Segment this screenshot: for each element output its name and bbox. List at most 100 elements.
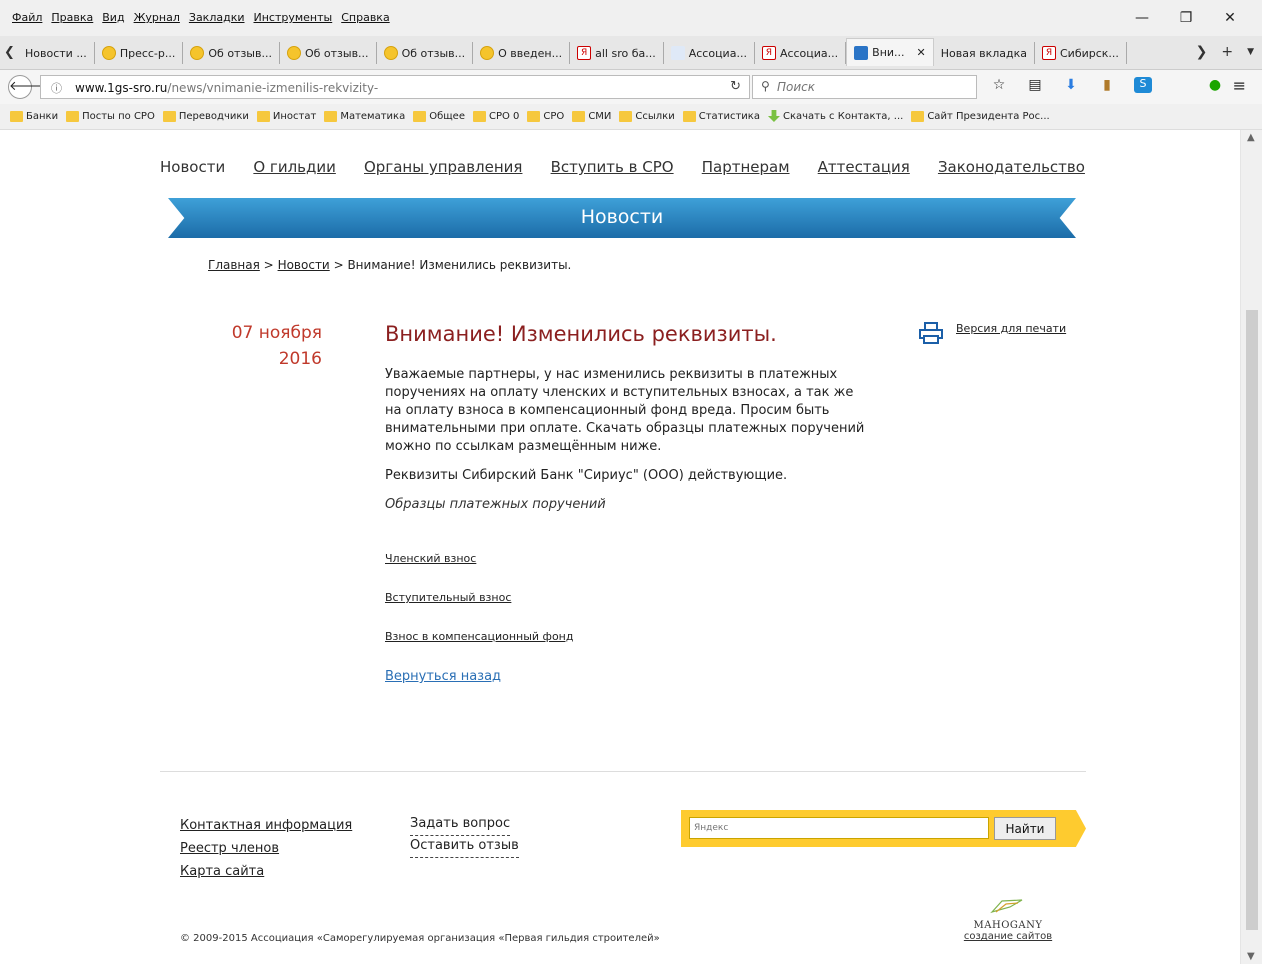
bookmark-item[interactable]: Общее [413, 110, 465, 122]
search-box[interactable]: ⚲ [752, 75, 977, 99]
footer-link-ask-question[interactable]: Задать вопрос [410, 814, 511, 836]
bookmark-item[interactable]: Ссылки [619, 110, 675, 122]
folder-icon [911, 110, 925, 122]
browser-tab[interactable]: Новая вкладка [934, 42, 1035, 64]
tab-list-chevron-down-icon[interactable]: ▼ [1247, 44, 1254, 60]
bookmark-item[interactable]: Скачать с Контакта, ... [767, 110, 903, 122]
menu-item[interactable]: Инструменты [254, 11, 333, 24]
link-entry-fee[interactable]: Вступительный взнос [385, 591, 865, 630]
bookmark-item[interactable]: СРО 0 [472, 110, 519, 122]
link-compensation-fund[interactable]: Взнос в компенсационный фонд [385, 630, 865, 669]
chevron-left-icon[interactable]: ❮ [4, 45, 15, 60]
menu-item[interactable]: Журнал [134, 11, 180, 24]
breadcrumb-section[interactable]: Новости [278, 258, 330, 272]
browser-tab[interactable]: Я Ассоциа... [755, 42, 847, 64]
url-path: /news/vnimanie-izmenilis-rekvizity- [167, 81, 379, 95]
yandex-search-button[interactable]: Найти [994, 817, 1056, 840]
bookmark-item[interactable]: СМИ [572, 110, 611, 122]
status-green-icon[interactable]: ● [1206, 77, 1224, 93]
browser-tab[interactable]: Новости ... [18, 42, 95, 64]
bookmark-label: Ссылки [635, 110, 675, 122]
yandex-search-input[interactable] [689, 817, 989, 839]
breadcrumb-separator: > [263, 258, 274, 272]
menu-item[interactable]: Справка [341, 11, 389, 24]
minimize-button[interactable]: — [1120, 8, 1164, 28]
article-title: Внимание! Изменились реквизиты. [385, 322, 777, 346]
skype-icon[interactable]: S [1134, 77, 1152, 93]
ya-favicon-icon: Я [577, 46, 592, 60]
hamburger-menu-icon[interactable]: ≡ [1233, 76, 1246, 95]
link-membership-fee[interactable]: Членский взнос [385, 552, 865, 591]
restore-button[interactable]: ❐ [1164, 8, 1208, 28]
addon-icon[interactable] [1170, 77, 1188, 93]
breadcrumb: Главная > Новости > Внимание! Изменились… [208, 258, 571, 272]
logo-link[interactable]: создание сайтов [958, 931, 1058, 942]
back-link[interactable]: Вернуться назад [385, 669, 865, 684]
nav-item[interactable]: Партнерам [702, 158, 790, 176]
bookmarks-bar: Банки Посты по СРО Переводчики Иностат Матем… [0, 104, 1262, 130]
print-version-link[interactable]: Версия для печати [956, 322, 1066, 335]
browser-tab[interactable]: Об отзыв... [280, 42, 377, 64]
chevron-right-icon[interactable]: ❯ [1196, 44, 1208, 60]
news-date: 07 ноября 2016 [200, 320, 322, 372]
footer-link-registry[interactable]: Реестр членов [180, 837, 352, 860]
bookmark-item[interactable]: Иностат [256, 110, 316, 122]
window-controls: — ❐ ✕ [1120, 8, 1252, 28]
info-icon[interactable]: ⓘ [51, 80, 62, 96]
footer-link-contacts[interactable]: Контактная информация [180, 814, 352, 837]
nav-item[interactable]: Законодательство [938, 158, 1085, 176]
browser-tab[interactable]: Ассоциа... [664, 42, 755, 64]
reading-list-icon[interactable]: ▤ [1026, 77, 1044, 93]
ya-favicon-icon: Я [761, 46, 776, 60]
nav-item[interactable]: Аттестация [818, 158, 910, 176]
url-bar[interactable]: ⓘ www.1gs-sro.ru/news/vnimanie-izmenilis… [40, 75, 750, 99]
browser-tab[interactable]: Об отзыв... [183, 42, 280, 64]
bookmark-item[interactable]: Переводчики [162, 110, 249, 122]
browser-tab[interactable]: Об отзыв... [377, 42, 474, 64]
browser-tab[interactable]: Я Сибирск... [1035, 42, 1127, 64]
bookmark-item[interactable]: Посты по СРО [66, 110, 155, 122]
bookmark-item[interactable]: Банки [10, 110, 58, 122]
close-window-button[interactable]: ✕ [1208, 8, 1252, 28]
browser-tab[interactable]: Вни... ✕ [846, 38, 934, 66]
menu-item[interactable]: Файл [12, 11, 42, 24]
bookmark-item[interactable]: Статистика [682, 110, 760, 122]
menu-item[interactable]: Вид [102, 11, 124, 24]
page-content: Новости О гильдии Органы управления Вступит… [0, 130, 1240, 964]
vertical-scrollbar[interactable]: ▲ ▼ [1240, 130, 1262, 964]
copyright: © 2009-2015 Ассоциация «Саморегулируемая… [180, 933, 660, 944]
scroll-down-icon[interactable]: ▼ [1247, 951, 1255, 962]
menu-item[interactable]: Закладки [189, 11, 245, 24]
date-year: 2016 [278, 349, 322, 369]
browser-tab[interactable]: Пресс-р... [95, 42, 184, 64]
breadcrumb-home[interactable]: Главная [208, 258, 260, 272]
footer-link-leave-feedback[interactable]: Оставить отзыв [410, 836, 519, 858]
bookmark-item[interactable]: СРО [527, 110, 564, 122]
scrollbar-thumb[interactable] [1246, 310, 1258, 930]
nav-item[interactable]: О гильдии [253, 158, 336, 176]
back-button[interactable]: 🡐 [8, 75, 44, 99]
menu-item[interactable]: Правка [51, 11, 93, 24]
nav-item[interactable]: Органы управления [364, 158, 522, 176]
download-icon[interactable]: ⬇ [1062, 77, 1080, 93]
library-icon[interactable]: ▮ [1098, 77, 1116, 93]
browser-tab[interactable]: Яall sro ба... [570, 42, 664, 64]
tab-close-icon[interactable]: ✕ [917, 46, 926, 59]
browser-tab[interactable]: О введен... [473, 42, 571, 64]
article-paragraph: Реквизиты Сибирский Банк "Сириус" (ООО) … [385, 468, 788, 483]
reload-icon[interactable]: ↻ [730, 79, 741, 94]
printer-icon[interactable] [918, 322, 944, 344]
bookmark-item[interactable]: Сайт Президента Рос... [911, 110, 1050, 122]
ya-favicon-icon: Я [1042, 46, 1056, 60]
tab-label: Об отзыв... [304, 46, 369, 60]
nav-item[interactable]: Вступить в СРО [551, 158, 674, 176]
scroll-up-icon[interactable]: ▲ [1247, 132, 1255, 143]
footer-divider [160, 771, 1086, 772]
new-tab-icon[interactable]: + [1221, 44, 1233, 60]
folder-icon [413, 110, 427, 122]
search-input[interactable] [777, 79, 967, 95]
bookmark-star-icon[interactable]: ☆ [990, 77, 1008, 93]
nav-item[interactable]: Новости [160, 158, 225, 176]
bookmark-item[interactable]: Математика [324, 110, 405, 122]
footer-link-sitemap[interactable]: Карта сайта [180, 860, 352, 883]
